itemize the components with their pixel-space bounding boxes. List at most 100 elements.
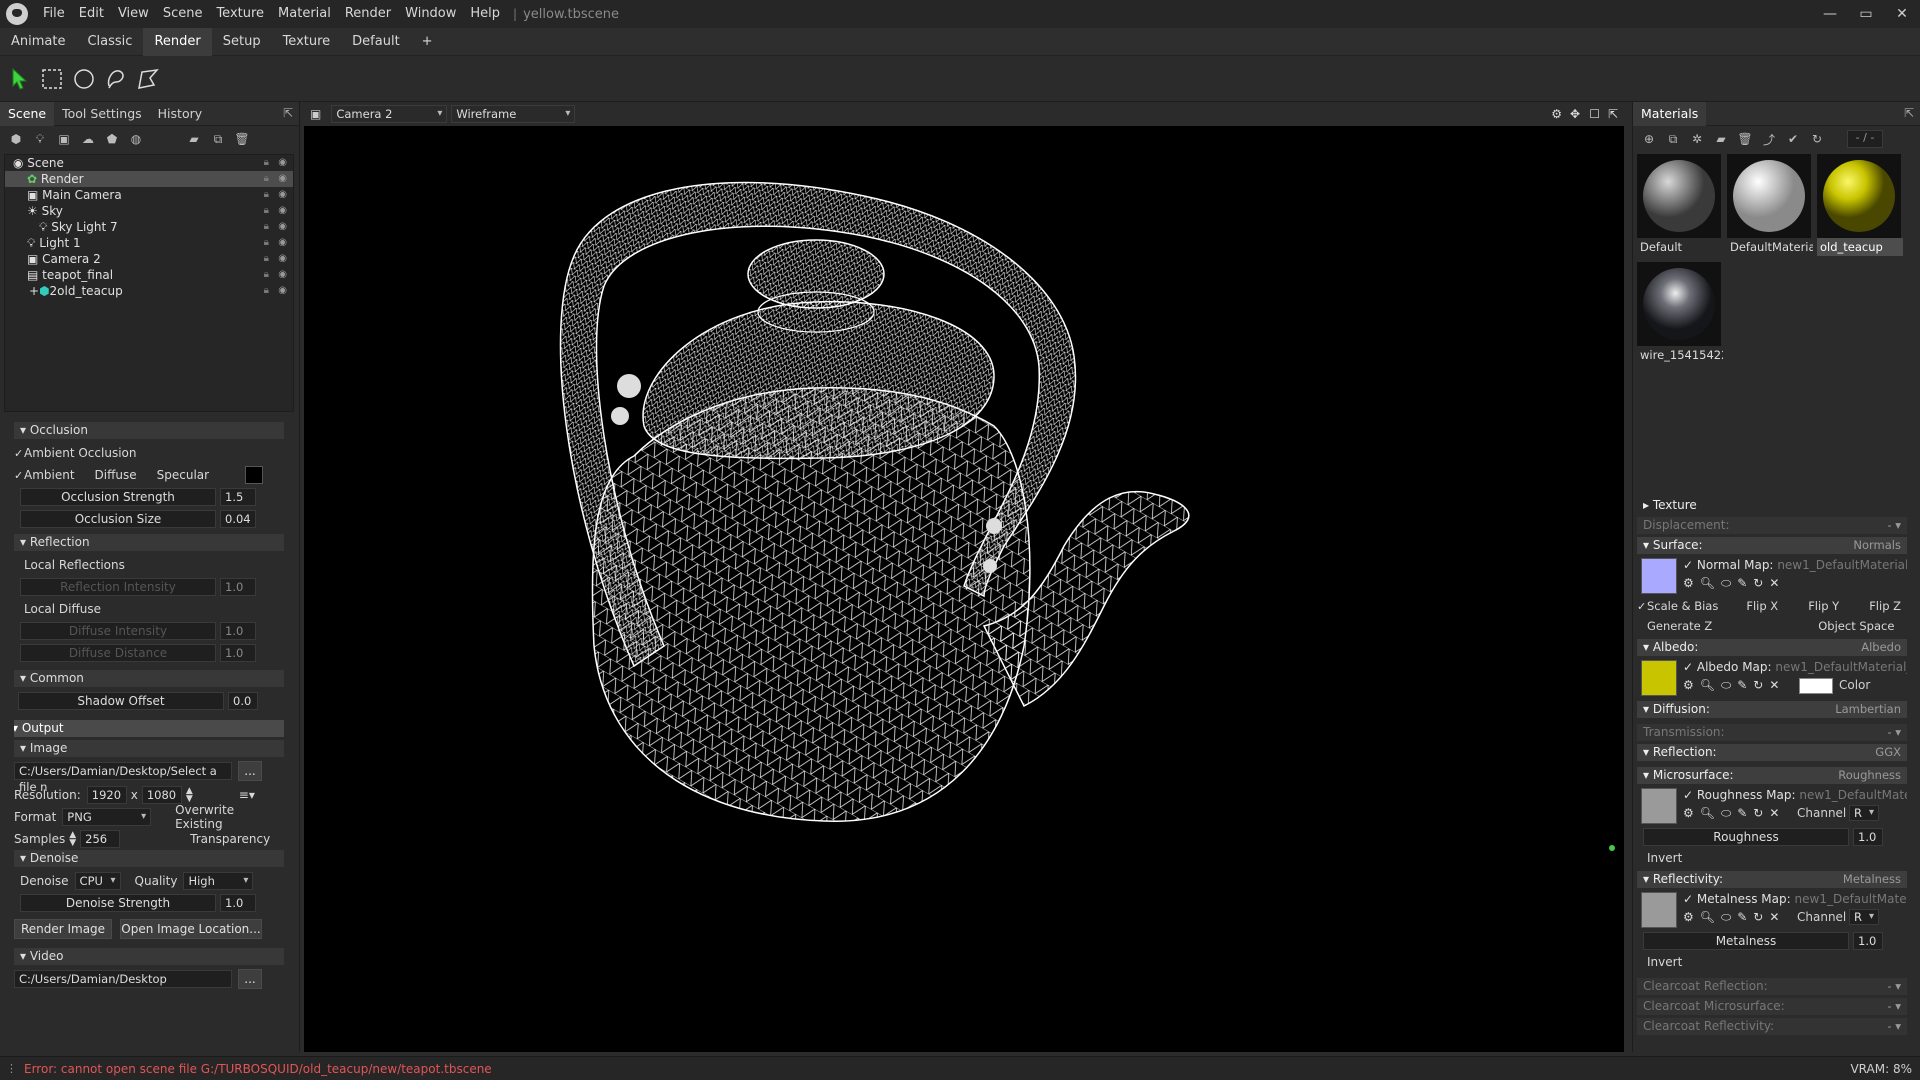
menu-view[interactable]: View: [111, 0, 156, 28]
fullscreen-icon[interactable]: ☐: [1589, 107, 1600, 121]
menu-texture[interactable]: Texture: [209, 0, 271, 28]
open-image-location-button[interactable]: Open Image Location...: [120, 919, 262, 939]
common-section[interactable]: ▾ Common: [14, 670, 284, 687]
diffusion-section[interactable]: ▾ Diffusion: Lambertian: [1637, 701, 1907, 718]
clearcoat-microsurface-section[interactable]: Clearcoat Microsurface: - ▾: [1637, 998, 1907, 1015]
resolution-stepper-icon[interactable]: ▲ ▼: [186, 787, 193, 804]
roughness-slider[interactable]: Roughness: [1643, 828, 1849, 846]
camera-icon[interactable]: ▣: [310, 107, 321, 121]
polygon-select-icon[interactable]: [134, 65, 162, 93]
tree-node-teapot-final[interactable]: ▤ teapot_final 🔒︎ ◉: [5, 267, 293, 283]
folder-material-icon[interactable]: ▰: [1711, 130, 1731, 148]
clearcoat-reflectivity-section[interactable]: Clearcoat Reflectivity: - ▾: [1637, 1018, 1907, 1035]
roughness-invert-row[interactable]: Invert: [1637, 848, 1907, 868]
shadow-offset-value[interactable]: 0.0: [228, 692, 258, 710]
move-cross-icon[interactable]: ✥: [1570, 107, 1580, 121]
material-old-teacup[interactable]: old_teacup: [1817, 154, 1903, 258]
tree-node-render[interactable]: ✿ Render 🔒︎ ◉: [5, 171, 293, 187]
samples-field[interactable]: 256: [80, 830, 121, 848]
denoise-subsection[interactable]: ▾ Denoise: [14, 850, 284, 867]
maximize-button[interactable]: ▭: [1848, 0, 1884, 28]
diffuse-distance-value[interactable]: 1.0: [220, 644, 256, 662]
tree-node-camera-2[interactable]: ▣ Camera 2 🔒︎ ◉: [5, 251, 293, 267]
camera-dropdown[interactable]: Camera 2: [331, 105, 448, 123]
add-tab-button[interactable]: +: [411, 28, 444, 56]
add-sky-icon[interactable]: ◍: [126, 130, 146, 148]
tab-materials[interactable]: Materials: [1633, 101, 1707, 126]
occlusion-size-slider[interactable]: Occlusion Size: [20, 510, 216, 528]
ambient-checkbox[interactable]: ✓: [14, 469, 24, 482]
menu-material[interactable]: Material: [271, 0, 338, 28]
video-subsection[interactable]: ▾ Video: [14, 948, 284, 965]
add-light-icon[interactable]: 💡︎: [30, 130, 50, 148]
metalness-slider[interactable]: Metalness: [1643, 932, 1849, 950]
popout-viewport-icon[interactable]: ⇱: [1608, 107, 1618, 121]
tree-node-main-camera[interactable]: ▣ Main Camera 🔒︎ ◉: [5, 187, 293, 203]
image-subsection[interactable]: ▾ Image: [14, 740, 284, 757]
diffuse-intensity-value[interactable]: 1.0: [220, 622, 256, 640]
texture-section[interactable]: ▸ Texture: [1637, 497, 1907, 514]
occlusion-section[interactable]: ▾ Occlusion: [14, 422, 284, 439]
format-dropdown[interactable]: PNG: [62, 808, 152, 826]
local-diffuse-row[interactable]: Local Diffuse: [14, 598, 284, 620]
occlusion-strength-value[interactable]: 1.5: [220, 488, 256, 506]
circle-select-icon[interactable]: [70, 65, 98, 93]
tab-tool-settings[interactable]: Tool Settings: [54, 102, 150, 126]
render-image-button[interactable]: Render Image: [14, 919, 112, 939]
delete-material-icon[interactable]: 🗑︎: [1735, 130, 1755, 148]
assign-material-icon[interactable]: ⤴: [1759, 130, 1779, 148]
quality-dropdown[interactable]: High: [183, 872, 254, 890]
reflection-model-section[interactable]: ▾ Reflection: GGX: [1637, 744, 1907, 761]
tab-default[interactable]: Default: [341, 28, 411, 56]
clearcoat-reflection-section[interactable]: Clearcoat Reflection: - ▾: [1637, 978, 1907, 995]
metalness-invert-row[interactable]: Invert: [1637, 952, 1907, 972]
scale-bias-checkbox[interactable]: ✓: [1637, 600, 1647, 613]
roughness-channel-dropdown[interactable]: R: [1849, 805, 1879, 821]
reflection-section[interactable]: ▾ Reflection: [14, 534, 284, 551]
resolution-width-field[interactable]: 1920: [86, 786, 127, 804]
albedo-map-swatch[interactable]: [1641, 660, 1677, 696]
occlusion-color-swatch[interactable]: [245, 466, 264, 484]
albedo-section[interactable]: ▾ Albedo: Albedo: [1637, 639, 1907, 656]
reflection-intensity-value[interactable]: 1.0: [220, 578, 256, 596]
tab-animate[interactable]: Animate: [0, 28, 76, 56]
denoise-strength-slider[interactable]: Denoise Strength: [20, 894, 216, 912]
popout-icon[interactable]: ⇱: [283, 106, 293, 120]
add-object-icon[interactable]: ⬢: [6, 130, 26, 148]
select-arrow-icon[interactable]: [6, 65, 34, 93]
local-reflections-row[interactable]: Local Reflections: [14, 554, 284, 576]
material-defaultmaterial[interactable]: DefaultMaterial: [1727, 154, 1813, 258]
video-path-field[interactable]: C:/Users/Damian/Desktop: [14, 970, 232, 988]
samples-stepper-icon[interactable]: ▲ ▼: [69, 831, 76, 848]
minimize-button[interactable]: —: [1812, 0, 1848, 28]
check-circle-icon[interactable]: ✔: [1783, 130, 1803, 148]
normal-map-swatch[interactable]: [1641, 558, 1677, 594]
albedo-map-tools-icon[interactable]: ⚙🔍︎⬭✎↻✕: [1683, 678, 1785, 693]
lasso-select-icon[interactable]: [102, 65, 130, 93]
menu-file[interactable]: File: [36, 0, 72, 28]
tab-scene[interactable]: Scene: [0, 101, 55, 126]
tree-node-scene[interactable]: ◉ Scene 🔒︎ ◉: [5, 155, 293, 171]
tab-render[interactable]: Render: [143, 27, 212, 56]
surface-section[interactable]: ▾ Surface: Normals: [1637, 537, 1907, 554]
metalness-map-tools-icon[interactable]: ⚙🔍︎⬭✎↻✕: [1683, 910, 1785, 925]
output-section[interactable]: ▾ Output: [14, 720, 284, 737]
tree-node-sky[interactable]: ☀ Sky 🔒︎ ◉: [5, 203, 293, 219]
metalness-map-swatch[interactable]: [1641, 892, 1677, 928]
tab-setup[interactable]: Setup: [212, 28, 272, 56]
add-cloud-icon[interactable]: ☁: [78, 130, 98, 148]
shuffle-icon[interactable]: ✲: [1687, 130, 1707, 148]
denoise-dropdown[interactable]: CPU: [74, 872, 121, 890]
add-material-icon[interactable]: ⊕: [1639, 130, 1659, 148]
settings-gear-icon[interactable]: ⚙: [1551, 107, 1562, 121]
delete-icon[interactable]: 🗑︎: [232, 130, 252, 148]
menu-scene[interactable]: Scene: [156, 0, 210, 28]
diffuse-intensity-slider[interactable]: Diffuse Intensity: [20, 622, 216, 640]
occlusion-strength-slider[interactable]: Occlusion Strength: [20, 488, 216, 506]
resolution-height-field[interactable]: 1080: [141, 786, 182, 804]
ambient-occlusion-row[interactable]: ✓ Ambient Occlusion: [14, 442, 284, 464]
add-camera-icon[interactable]: ▣: [54, 130, 74, 148]
reflectivity-section[interactable]: ▾ Reflectivity: Metalness: [1637, 871, 1907, 888]
material-default[interactable]: Default: [1637, 154, 1723, 258]
popout-materials-icon[interactable]: ⇱: [1904, 106, 1914, 120]
